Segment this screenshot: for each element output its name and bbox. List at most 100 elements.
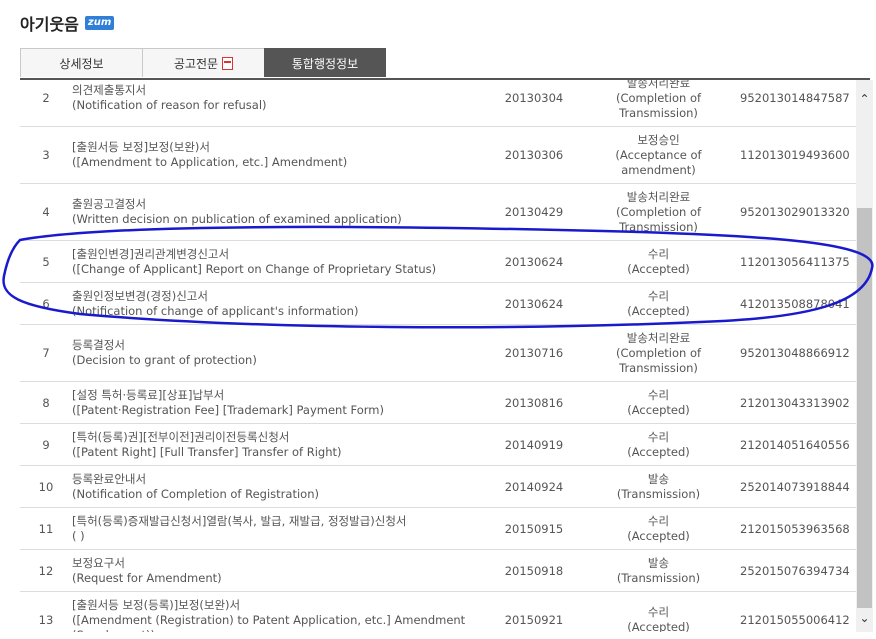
table-row: 6 출원인정보변경(경정)신고서 (Notification of change … bbox=[20, 282, 856, 325]
tab-integrated-admin-info[interactable]: 통합행정정보 bbox=[264, 48, 386, 77]
document-name-cell: 의견제출통지서 (Notification of reason for refus… bbox=[72, 80, 483, 127]
status-ko: 발송처리완료 bbox=[626, 189, 691, 204]
document-name-cell: 출원공고결정서 (Written decision on publication … bbox=[72, 183, 483, 241]
date-cell: 20140924 bbox=[483, 465, 585, 508]
document-name-ko: [특허(등록)증재발급신청서]열람(복사, 발급, 재발급, 정정발급)신청서 bbox=[72, 513, 407, 528]
tab-publication-label: 공고전문 bbox=[173, 56, 219, 71]
registration-number-cell: 112013019493600 bbox=[732, 126, 856, 184]
registration-number-cell: 952013014847587 bbox=[732, 80, 856, 127]
status-en-2: Transmission) bbox=[619, 219, 698, 234]
scroll-up-icon[interactable]: ⌃ bbox=[856, 90, 873, 107]
scroll-down-icon[interactable]: ⌄ bbox=[856, 609, 873, 626]
status-ko: 보정승인 bbox=[637, 132, 680, 147]
document-name-en: ([Patent·Registration Fee] [Trademark] P… bbox=[72, 402, 384, 417]
status-ko: 발송처리완료 bbox=[626, 80, 691, 90]
registration-number-cell: 212014051640556 bbox=[732, 423, 856, 466]
document-name-en: (Request for Amendment) bbox=[72, 570, 222, 585]
scroll-thumb[interactable] bbox=[857, 208, 872, 608]
document-name-en: (Notification of change of applicant's i… bbox=[72, 303, 359, 318]
pdf-icon bbox=[222, 56, 234, 70]
table-row: 2 의견제출통지서 (Notification of reason for ref… bbox=[20, 80, 856, 127]
document-name-ko: 보정요구서 bbox=[72, 555, 125, 570]
status-en: (Completion of bbox=[615, 345, 702, 360]
document-name-cell: [출원서등 보정]보정(보완)서 ([Amendment to Applicati… bbox=[72, 126, 483, 184]
row-number: 13 bbox=[20, 591, 72, 632]
status-en: (Accepted) bbox=[627, 620, 690, 632]
document-name-cell: 출원인정보변경(경정)신고서 (Notification of change of… bbox=[72, 282, 483, 325]
row-number: 3 bbox=[20, 126, 72, 184]
document-name-ko: [출원서등 보정]보정(보완)서 bbox=[72, 140, 210, 154]
table-row: 12 보정요구서 (Request for Amendment) 20150918… bbox=[20, 549, 856, 592]
registration-number-cell: 952013029013320 bbox=[732, 183, 856, 241]
status-ko: 수리 bbox=[647, 288, 670, 303]
document-name-ko: 의견제출통지서 bbox=[72, 83, 147, 97]
document-name-en: ([Change of Applicant] Report on Change … bbox=[72, 261, 437, 276]
admin-history-table: 2 의견제출통지서 (Notification of reason for ref… bbox=[20, 80, 856, 632]
status-ko: 수리 bbox=[647, 429, 670, 444]
status-en: (Accepted) bbox=[627, 528, 690, 543]
status-en-2: Transmission) bbox=[619, 360, 698, 375]
document-name-en: ([Amendment to Application, etc.] Amendm… bbox=[72, 155, 348, 169]
document-name-en: ([Patent Right] [Full Transfer] Transfer… bbox=[72, 444, 342, 459]
date-cell: 20130304 bbox=[483, 80, 585, 127]
date-cell: 20130429 bbox=[483, 183, 585, 241]
document-name-cell: [출원인변경]권리관계변경신고서 ([Change of Applicant] R… bbox=[72, 240, 483, 283]
document-name-cell: 등록완료안내서 (Notification of Completion of Re… bbox=[72, 465, 483, 508]
status-en: (Accepted) bbox=[627, 444, 690, 459]
status-cell: 발송처리완료 (Completion of Transmission) bbox=[585, 324, 732, 382]
tab-details-label: 상세정보 bbox=[59, 56, 104, 71]
tab-publication-full-text[interactable]: 공고전문 bbox=[142, 48, 265, 77]
document-name-cell: [출원서등 보정(등록)]보정(보완)서 ([Amendment (Registr… bbox=[72, 591, 483, 633]
document-name-en: (Notification of Completion of Registrat… bbox=[72, 486, 319, 501]
app-title: 아기웃음 bbox=[20, 15, 79, 34]
registration-number-cell: 952013048866912 bbox=[732, 324, 856, 382]
row-number: 9 bbox=[20, 423, 72, 466]
table-row: 3 [출원서등 보정]보정(보완)서 ([Amendment to Applica… bbox=[20, 126, 856, 184]
document-name-en: ([Amendment (Registration) to Patent App… bbox=[72, 612, 466, 633]
document-name-ko: [특허(등록)권][전부이전]권리이전등록신청서 bbox=[72, 429, 290, 444]
status-cell: 수리 (Accepted) bbox=[585, 591, 732, 632]
document-name-cell: [특허(등록)증재발급신청서]열람(복사, 발급, 재발급, 정정발급)신청서(… bbox=[72, 507, 483, 550]
date-cell: 20130624 bbox=[483, 240, 585, 283]
status-ko: 수리 bbox=[647, 246, 670, 261]
document-name-ko: 등록결정서 bbox=[72, 338, 125, 352]
vertical-scrollbar[interactable]: ⌃ ⌄ bbox=[856, 80, 873, 632]
registration-number-cell: 412013508878041 bbox=[732, 282, 856, 325]
zum-logo-badge: zum bbox=[84, 16, 115, 30]
status-cell: 수리 (Accepted) bbox=[585, 423, 732, 466]
document-name-en: (Notification of reason for refusal) bbox=[72, 98, 267, 112]
status-en: (Acceptance of bbox=[615, 147, 702, 162]
document-name-ko: [출원서등 보정(등록)]보정(보완)서 bbox=[72, 597, 241, 612]
status-ko: 발송 bbox=[647, 555, 670, 570]
status-ko: 수리 bbox=[647, 605, 670, 619]
status-ko: 수리 bbox=[647, 513, 670, 528]
date-cell: 20130624 bbox=[483, 282, 585, 325]
status-cell: 수리 (Accepted) bbox=[585, 240, 732, 283]
status-cell: 발송 (Transmission) bbox=[585, 465, 732, 508]
tab-bar: 상세정보 공고전문 통합행정정보 bbox=[20, 48, 386, 78]
history-table: 2 의견제출통지서 (Notification of reason for ref… bbox=[20, 80, 856, 632]
row-number: 6 bbox=[20, 282, 72, 325]
status-cell: 수리 (Accepted) bbox=[585, 381, 732, 424]
status-en: (Accepted) bbox=[627, 303, 690, 318]
table-row: 11 [특허(등록)증재발급신청서]열람(복사, 발급, 재발급, 정정발급)신… bbox=[20, 507, 856, 550]
status-en: (Completion of bbox=[615, 90, 702, 105]
date-cell: 20140919 bbox=[483, 423, 585, 466]
row-number: 4 bbox=[20, 183, 72, 241]
status-ko: 발송처리완료 bbox=[626, 330, 691, 345]
status-en: (Accepted) bbox=[627, 261, 690, 276]
document-name-ko: 출원공고결정서 bbox=[72, 197, 147, 211]
document-name-en: ( ) bbox=[72, 528, 85, 543]
document-name-en: (Written decision on publication of exam… bbox=[72, 212, 402, 226]
table-row: 10 등록완료안내서 (Notification of Completion of… bbox=[20, 465, 856, 508]
title-row: 아기웃음 zum bbox=[20, 10, 115, 36]
tab-details[interactable]: 상세정보 bbox=[20, 48, 143, 77]
registration-number-cell: 252014073918844 bbox=[732, 465, 856, 508]
document-name-cell: [특허(등록)권][전부이전]권리이전등록신청서 ([Patent Right] … bbox=[72, 423, 483, 466]
status-cell: 발송처리완료 (Completion of Transmission) bbox=[585, 80, 732, 127]
registration-number-cell: 212015055006412 bbox=[732, 591, 856, 632]
registration-number-cell: 212013043313902 bbox=[732, 381, 856, 424]
status-ko: 발송 bbox=[647, 471, 670, 486]
row-number: 12 bbox=[20, 549, 72, 592]
document-name-cell: [설정 특허·등록료][상표]납부서 ([Patent·Registration … bbox=[72, 381, 483, 424]
